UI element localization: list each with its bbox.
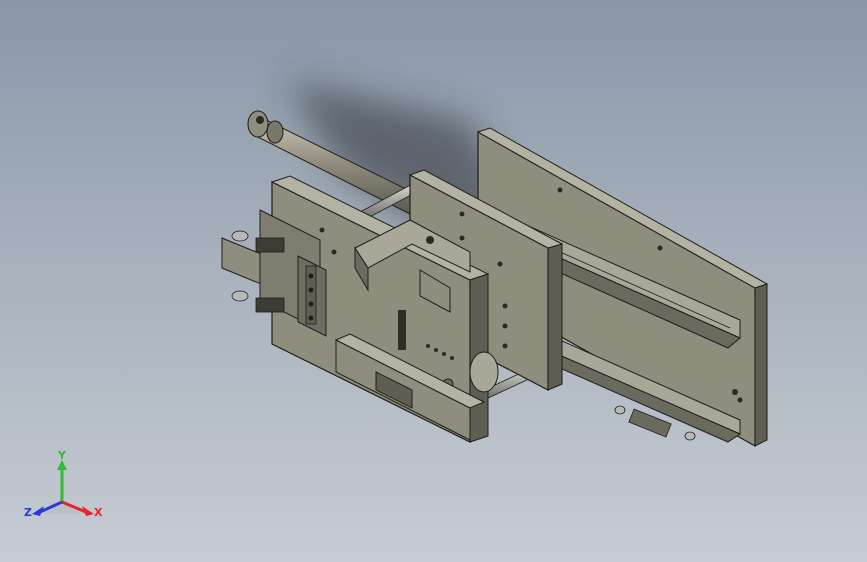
z-axis-label: Z [24,506,32,519]
orientation-triad[interactable]: Y X Z [24,448,108,528]
x-axis-label: X [94,506,103,519]
y-axis-label: Y [57,449,67,462]
cad-assembly-model[interactable] [0,0,867,562]
cad-viewport[interactable]: Y X Z [0,0,867,562]
